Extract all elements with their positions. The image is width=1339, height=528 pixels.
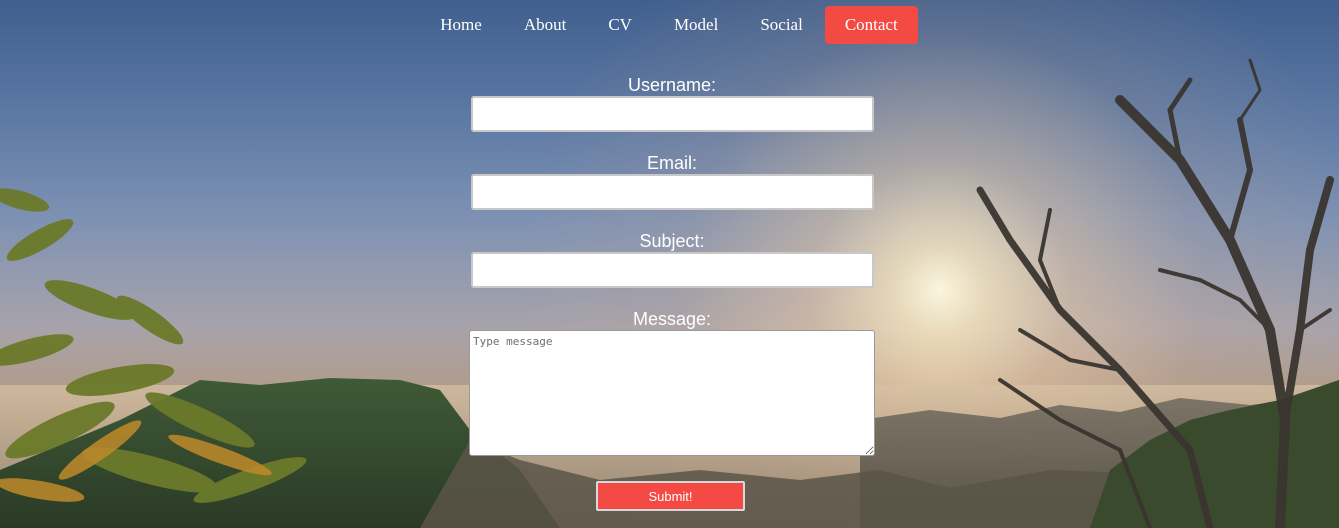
message-textarea[interactable] [469,330,875,456]
username-input[interactable] [471,96,874,132]
email-label: Email: [646,153,697,173]
nav-link-social[interactable]: Social [740,6,823,44]
nav-link-cv[interactable]: CV [588,6,652,44]
nav-link-home[interactable]: Home [420,6,502,44]
username-label: Username: [627,75,717,95]
submit-container: Submit! [469,481,875,511]
subject-label: Subject: [639,231,705,251]
subject-input[interactable] [471,252,874,288]
message-label: Message: [632,309,712,329]
nav-link-contact[interactable]: Contact [824,6,918,44]
nav-link-model[interactable]: Model [654,6,738,44]
main-nav: Home About CV Model Social Contact [0,6,1339,44]
contact-form: Username: Email: Subject: Message: Submi… [469,74,875,511]
email-input[interactable] [471,174,874,210]
submit-button[interactable]: Submit! [596,481,745,511]
nav-link-about[interactable]: About [504,6,587,44]
